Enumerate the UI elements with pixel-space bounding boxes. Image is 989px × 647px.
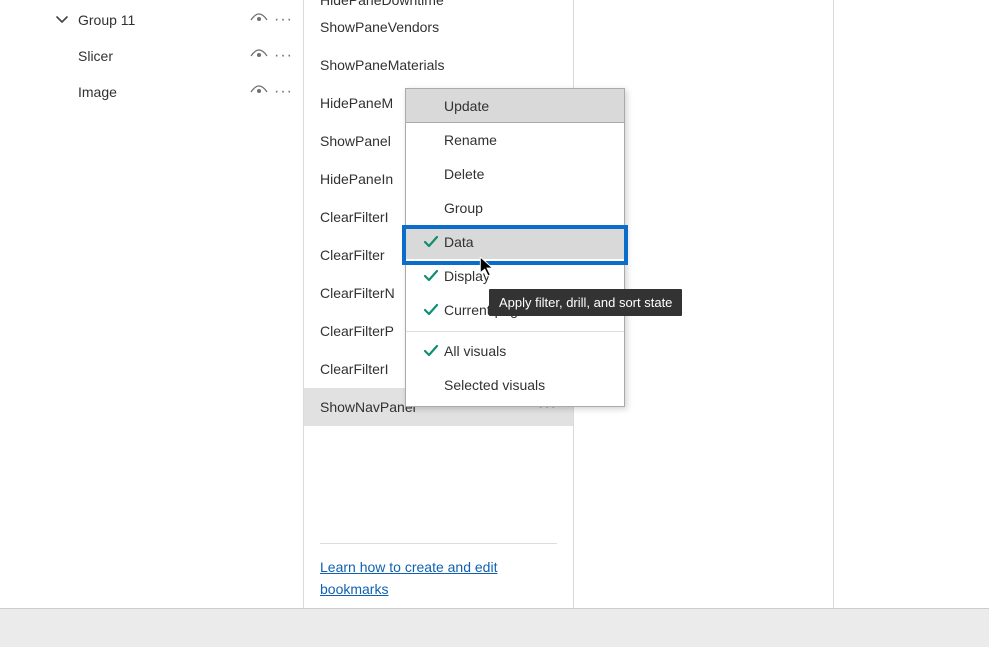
menu-toggle-display[interactable]: Display: [406, 259, 624, 293]
check-icon: [418, 302, 444, 318]
selection-item-group11[interactable]: Group 11 ···: [40, 2, 303, 38]
chevron-down-icon: [54, 14, 70, 26]
menu-item-rename[interactable]: Rename: [406, 123, 624, 157]
bookmark-context-menu: Update Rename Delete Group Data Display …: [405, 88, 625, 407]
bookmark-item[interactable]: HidePaneDowntime: [304, 0, 573, 8]
more-options-icon[interactable]: ···: [274, 51, 293, 61]
bookmark-label: HidePaneM: [320, 95, 393, 111]
footer-bar: [0, 609, 989, 647]
bookmark-label: ClearFilterN: [320, 285, 395, 301]
selection-pane: Group 11 ··· Slicer ··· Image: [0, 0, 304, 608]
menu-toggle-all-visuals[interactable]: All visuals: [406, 334, 624, 368]
selection-item-slicer[interactable]: Slicer ···: [40, 38, 303, 74]
learn-bookmarks-link[interactable]: Learn how to create and edit bookmarks: [320, 559, 497, 597]
bookmarks-help-section: Learn how to create and edit bookmarks: [320, 543, 557, 600]
menu-toggle-selected-visuals[interactable]: Selected visuals: [406, 368, 624, 402]
menu-toggle-data[interactable]: Data: [406, 225, 624, 259]
menu-divider: [406, 331, 624, 332]
selection-item-image[interactable]: Image ···: [40, 74, 303, 110]
visibility-icon[interactable]: [250, 49, 268, 63]
bookmark-label: ShowPanel: [320, 133, 391, 149]
more-options-icon[interactable]: ···: [274, 87, 293, 97]
selection-item-label: Slicer: [78, 48, 250, 64]
menu-item-group[interactable]: Group: [406, 191, 624, 225]
right-gutter: [834, 0, 989, 608]
menu-item-delete[interactable]: Delete: [406, 157, 624, 191]
bookmark-label: ClearFilter: [320, 247, 385, 263]
check-icon: [418, 268, 444, 284]
bookmark-label: ClearFilterI: [320, 361, 388, 377]
more-options-icon[interactable]: ···: [274, 15, 293, 25]
bookmark-label: ShowNavPanel: [320, 388, 416, 426]
visibility-icon[interactable]: [250, 85, 268, 99]
menu-item-update[interactable]: Update: [406, 89, 624, 123]
selection-item-label: Group 11: [78, 12, 250, 28]
bookmark-label: ShowPaneMaterials: [320, 57, 445, 73]
check-icon: [418, 343, 444, 359]
selection-item-label: Image: [78, 84, 250, 100]
bookmark-label: ClearFilterP: [320, 323, 394, 339]
bookmark-item[interactable]: ShowPaneVendors: [304, 8, 573, 46]
bookmark-label: HidePaneIn: [320, 171, 393, 187]
visibility-icon[interactable]: [250, 13, 268, 27]
bookmark-label: ShowPaneVendors: [320, 19, 439, 35]
bookmark-label: ClearFilterI: [320, 209, 388, 225]
tooltip: Apply filter, drill, and sort state: [489, 289, 682, 316]
bookmark-item[interactable]: ShowPaneMaterials: [304, 46, 573, 84]
check-icon: [418, 234, 444, 250]
